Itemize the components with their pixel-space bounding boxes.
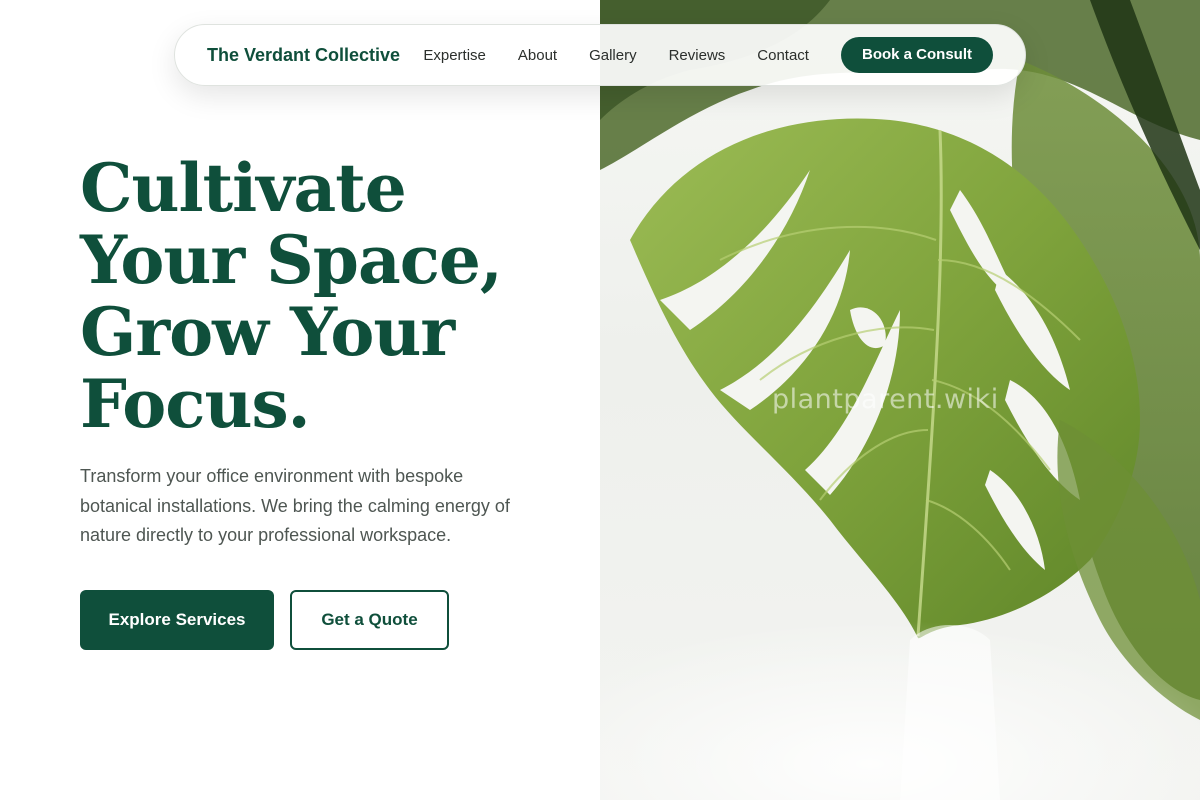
nav-link-gallery[interactable]: Gallery — [589, 47, 637, 64]
hero-title-line: Your Space, — [80, 221, 503, 299]
nav-link-expertise[interactable]: Expertise — [423, 47, 486, 64]
hero-title-line: Grow Your — [80, 293, 455, 371]
hero-image: plantparent.wiki — [600, 0, 1200, 800]
explore-services-button[interactable]: Explore Services — [80, 590, 274, 650]
hero-title-line: Focus. — [80, 365, 311, 443]
hero-title: Cultivate Your Space, Grow Your Focus. — [80, 152, 560, 440]
image-watermark: plantparent.wiki — [772, 384, 999, 415]
nav-link-contact[interactable]: Contact — [757, 47, 809, 64]
top-navbar: The Verdant Collective Expertise About G… — [174, 24, 1026, 86]
brand-logo-text[interactable]: The Verdant Collective — [207, 45, 400, 66]
nav-links: Expertise About Gallery Reviews Contact … — [423, 37, 993, 73]
get-quote-button[interactable]: Get a Quote — [290, 590, 449, 650]
hero-title-line: Cultivate — [80, 149, 407, 227]
book-consult-button[interactable]: Book a Consult — [840, 37, 993, 73]
nav-link-about[interactable]: About — [518, 47, 557, 64]
hero-subtitle: Transform your office environment with b… — [80, 466, 510, 545]
nav-link-reviews[interactable]: Reviews — [669, 47, 726, 64]
page: plantparent.wiki The Verdant Collective … — [0, 0, 1200, 800]
